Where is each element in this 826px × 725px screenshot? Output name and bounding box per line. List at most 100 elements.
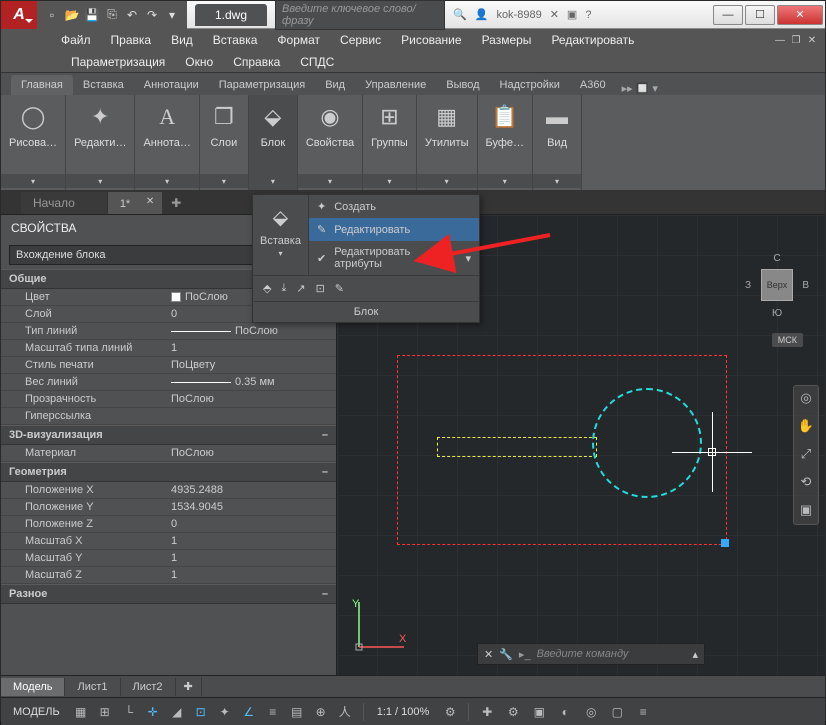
panel-properties[interactable]: ◉Свойства	[298, 95, 363, 190]
panel-groups[interactable]: ⊞Группы	[363, 95, 417, 190]
menu-format[interactable]: Формат	[267, 30, 330, 50]
doc-restore-button[interactable]: ❐	[789, 33, 803, 47]
menu-file[interactable]: Файл	[51, 30, 101, 50]
panel-layers[interactable]: ❐Слои	[200, 95, 249, 190]
menu-edit[interactable]: Правка	[101, 30, 162, 50]
property-row[interactable]: Масштаб Z1	[1, 567, 336, 584]
isoplane-icon[interactable]: ◢	[166, 702, 188, 722]
menu-parametric[interactable]: Параметризация	[61, 52, 175, 72]
minimize-button[interactable]: —	[713, 5, 743, 25]
fullnav-icon[interactable]: ◎	[797, 390, 815, 408]
property-row[interactable]: Масштаб X1	[1, 533, 336, 550]
tool1-icon[interactable]: ⬘	[263, 282, 271, 295]
panel-utilities[interactable]: ▦Утилиты	[417, 95, 478, 190]
customize-icon[interactable]: ≡	[632, 702, 654, 722]
a360-icon[interactable]: ▣	[567, 8, 577, 21]
property-row[interactable]: ПрозрачностьПоСлою	[1, 391, 336, 408]
showmotion-icon[interactable]: ▣	[797, 502, 815, 520]
qat-more-icon[interactable]: ▾	[163, 6, 181, 24]
model-space-label[interactable]: МОДЕЛЬ	[7, 706, 66, 718]
tool2-icon[interactable]: ⤓	[281, 282, 286, 295]
property-row[interactable]: Положение Z0	[1, 516, 336, 533]
property-row[interactable]: Положение X4935.2488	[1, 482, 336, 499]
binoculars-icon[interactable]: 🔍	[453, 8, 467, 21]
ribbon-extra[interactable]: ▸▸ 🔲 ▾	[622, 82, 658, 95]
property-row[interactable]: Гиперссылка	[1, 408, 336, 425]
tab-annotate[interactable]: Аннотации	[134, 75, 209, 95]
viewcube[interactable]: С Ю В З Верх	[747, 255, 807, 315]
tab-output[interactable]: Вывод	[436, 75, 489, 95]
wcs-label[interactable]: МСК	[772, 333, 803, 347]
zoom-level[interactable]: 1:1 / 100%	[371, 706, 436, 718]
property-row[interactable]: Вес линий0.35 мм	[1, 374, 336, 391]
undo-icon[interactable]: ↶	[123, 6, 141, 24]
zoom-extents-icon[interactable]: ⤢	[797, 446, 815, 464]
tab-parametric[interactable]: Параметризация	[209, 75, 315, 95]
help-search-input[interactable]: Введите ключевое слово/фразу	[275, 0, 445, 30]
hw-icon[interactable]: ◐	[554, 702, 576, 722]
transparency-icon[interactable]: ▤	[286, 702, 308, 722]
exchange-icon[interactable]: ✕	[550, 8, 559, 21]
cleanscreen-icon[interactable]: ▢	[606, 702, 628, 722]
selection-grip[interactable]	[721, 539, 729, 547]
tab-view[interactable]: Вид	[315, 75, 355, 95]
tool3-icon[interactable]: ↗	[296, 282, 305, 295]
maximize-button[interactable]: ☐	[745, 5, 775, 25]
plus-icon[interactable]: ✚	[476, 702, 498, 722]
property-row[interactable]: Тип линийПоСлою	[1, 323, 336, 340]
tab-a360[interactable]: A360	[570, 75, 616, 95]
close-tab-icon[interactable]: ✕	[146, 196, 154, 207]
orbit-icon[interactable]: ⟲	[797, 474, 815, 492]
save-icon[interactable]: 💾	[83, 6, 101, 24]
doc-close-button[interactable]: ✕	[805, 33, 819, 47]
pan-icon[interactable]: ✋	[797, 418, 815, 436]
isolate-icon[interactable]: ◎	[580, 702, 602, 722]
lock-icon[interactable]: ▣	[528, 702, 550, 722]
panel-expand-icon[interactable]	[1, 174, 65, 188]
add-layout-button[interactable]: ✚	[176, 677, 202, 696]
new-icon[interactable]: ▫	[43, 6, 61, 24]
panel-block[interactable]: ⬙Блок	[249, 95, 298, 190]
doc-minimize-button[interactable]: —	[773, 33, 787, 47]
tab-current[interactable]: 1*✕	[108, 192, 162, 214]
tab-insert[interactable]: Вставка	[73, 75, 134, 95]
tab-start[interactable]: Начало	[21, 192, 107, 214]
tab-layout1[interactable]: Лист1	[65, 678, 120, 696]
viewcube-top[interactable]: Верх	[761, 269, 793, 301]
command-line[interactable]: ✕ 🔧 ▸_ Введите команду ▴	[477, 643, 705, 665]
help-icon[interactable]: ?	[585, 9, 591, 21]
menu-help[interactable]: Справка	[223, 52, 290, 72]
menu-insert[interactable]: Вставка	[203, 30, 268, 50]
menu-spds[interactable]: СПДС	[290, 52, 344, 72]
redo-icon[interactable]: ↷	[143, 6, 161, 24]
open-icon[interactable]: 📂	[63, 6, 81, 24]
tab-layout2[interactable]: Лист2	[121, 678, 176, 696]
tab-home[interactable]: Главная	[11, 75, 73, 95]
ortho-icon[interactable]: └	[118, 702, 140, 722]
snap-icon[interactable]: ⊞	[94, 702, 116, 722]
property-row[interactable]: Масштаб типа линий1	[1, 340, 336, 357]
panel-view[interactable]: ▬Вид	[533, 95, 582, 190]
property-row[interactable]: МатериалПоСлою	[1, 445, 336, 462]
command-input[interactable]: Введите команду	[537, 648, 687, 660]
cmd-history-icon[interactable]: ▴	[692, 648, 698, 661]
property-row[interactable]: Масштаб Y1	[1, 550, 336, 567]
panel-clipboard[interactable]: 📋Буфе…	[478, 95, 534, 190]
polar-icon[interactable]: ✛	[142, 702, 164, 722]
otrack-icon[interactable]: ∠	[238, 702, 260, 722]
panel-annotation[interactable]: AАннота…	[135, 95, 199, 190]
tab-model[interactable]: Модель	[1, 678, 65, 696]
menu-draw[interactable]: Рисование	[391, 30, 471, 50]
saveas-icon[interactable]: ⎘	[103, 6, 121, 24]
cycling-icon[interactable]: ⊕	[310, 702, 332, 722]
tool4-icon[interactable]: ⊡	[316, 282, 325, 295]
gear-icon[interactable]: ⚙	[439, 702, 461, 722]
insert-block-button[interactable]: ⬙ Вставка ▾	[253, 195, 309, 275]
menu-window[interactable]: Окно	[175, 52, 223, 72]
panel-modify[interactable]: ✦Редакти…	[66, 95, 135, 190]
workspace-icon[interactable]: ⚙	[502, 702, 524, 722]
tool5-icon[interactable]: ✎	[335, 282, 344, 295]
cmd-wrench-icon[interactable]: 🔧	[499, 648, 513, 661]
property-row[interactable]: Стиль печатиПоЦвету	[1, 357, 336, 374]
user-name[interactable]: kok-8989	[496, 9, 541, 21]
